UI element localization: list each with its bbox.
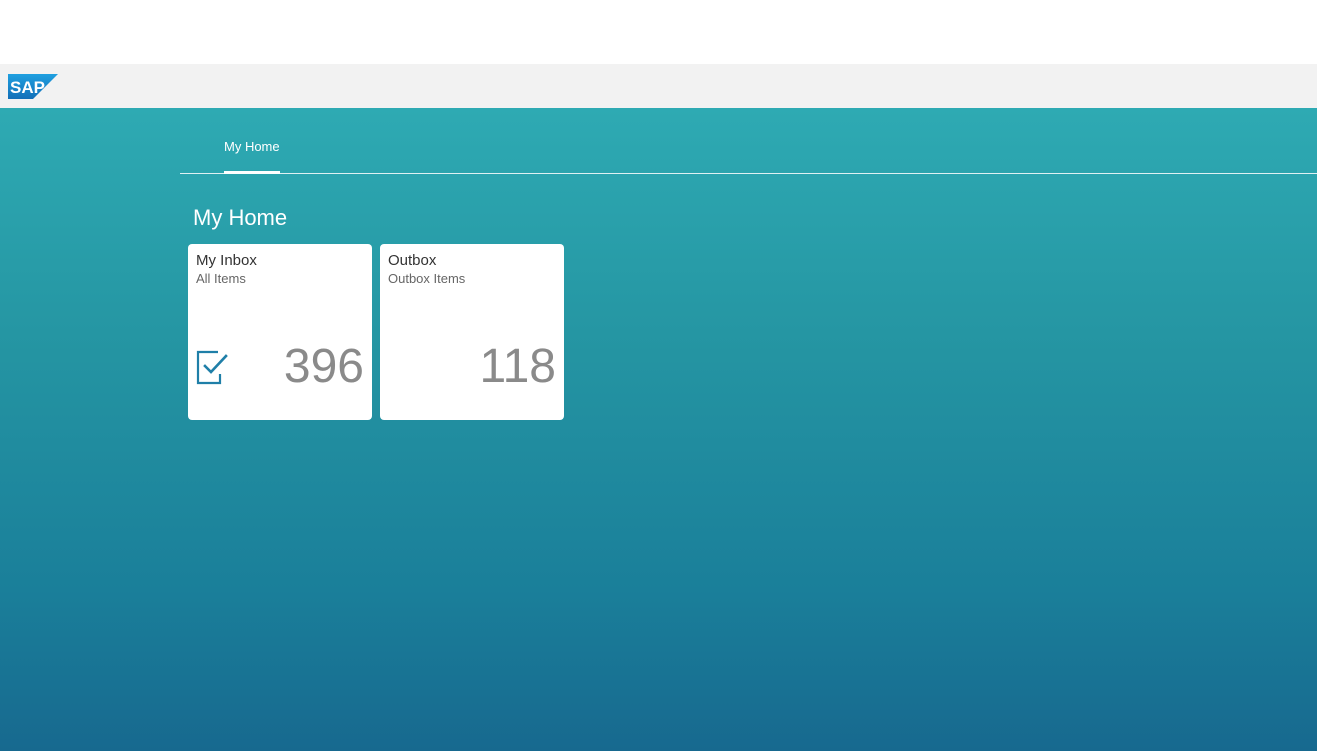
tab-selected-indicator <box>224 171 280 174</box>
home-canvas: My Home My Home My Inbox All Items 396 O… <box>0 108 1317 751</box>
tile-subtitle: Outbox Items <box>388 271 466 286</box>
sap-logo-text: SAP <box>10 78 45 97</box>
tile-my-inbox[interactable]: My Inbox All Items 396 <box>188 244 372 420</box>
task-check-icon <box>196 348 230 386</box>
tile-count: 396 <box>283 340 364 393</box>
tile-subtitle: All Items <box>196 271 246 286</box>
anchor-navigation-bar: My Home <box>180 108 1317 174</box>
tile-outbox[interactable]: Outbox Outbox Items 118 <box>380 244 564 420</box>
tile-title: Outbox <box>388 252 437 269</box>
tile-count: 118 <box>479 340 556 393</box>
browser-blank-area <box>0 0 1317 64</box>
tab-my-home-label: My Home <box>224 139 280 154</box>
group-title: My Home <box>193 205 288 230</box>
tab-my-home[interactable]: My Home <box>224 108 280 174</box>
tile-title: My Inbox <box>196 252 257 269</box>
sap-logo[interactable]: SAP <box>8 74 58 99</box>
shell-bar: SAP <box>0 64 1317 108</box>
